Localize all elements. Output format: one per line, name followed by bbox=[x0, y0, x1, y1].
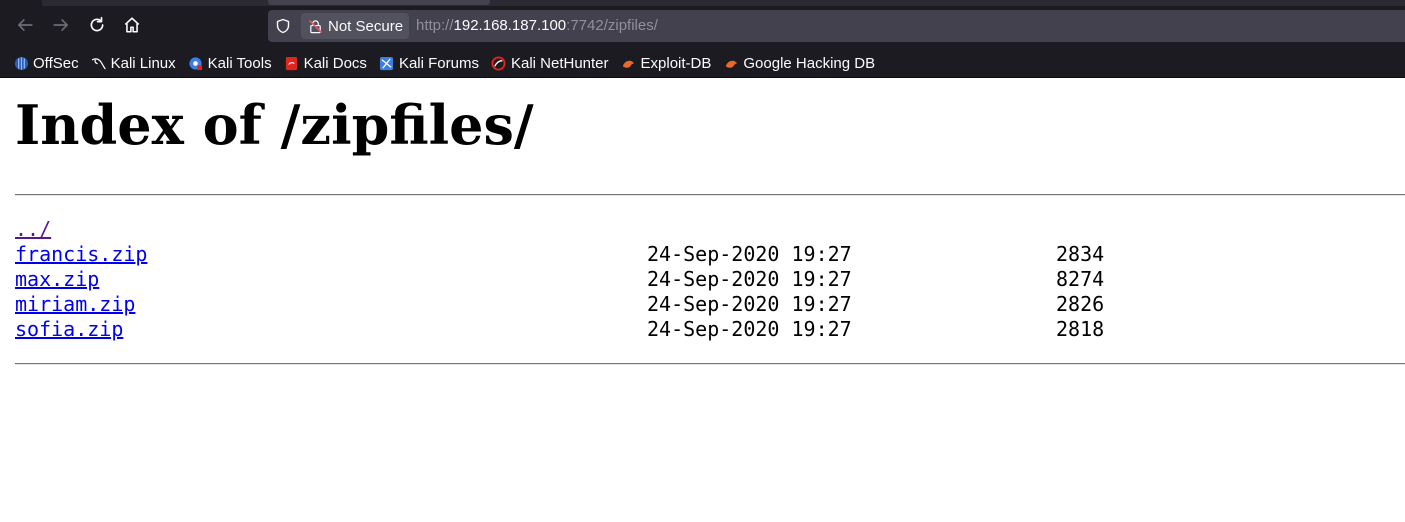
file-size: 2826 bbox=[1056, 292, 1105, 316]
bookmark-kali-forums[interactable]: Kali Forums bbox=[379, 55, 479, 72]
shield-icon bbox=[276, 18, 290, 34]
home-button[interactable] bbox=[117, 10, 147, 40]
url-path: :7742/zipfiles/ bbox=[566, 17, 658, 34]
bookmark-kali-nethunter[interactable]: Kali NetHunter bbox=[491, 55, 609, 72]
url-host: 192.168.187.100 bbox=[453, 17, 567, 34]
kali-tools-icon bbox=[188, 55, 204, 71]
bookmark-label: Kali Linux bbox=[110, 54, 176, 72]
insecure-lock-icon bbox=[307, 18, 323, 34]
file-date: 24-Sep-2020 19:27 bbox=[647, 317, 852, 341]
navigation-toolbar: Not Secure http://192.168.187.100:7742/z… bbox=[0, 8, 1405, 44]
site-security-button[interactable]: Not Secure bbox=[301, 13, 409, 39]
browser-chrome: Not Secure http://192.168.187.100:7742/z… bbox=[0, 0, 1405, 78]
exploit-db-icon bbox=[621, 55, 637, 71]
file-row: max.zip 24-Sep-2020 19:27 8274 bbox=[15, 267, 1405, 292]
reload-icon bbox=[90, 16, 104, 32]
tracking-protection-button[interactable] bbox=[274, 17, 292, 35]
not-secure-label: Not Secure bbox=[328, 17, 404, 35]
forward-button[interactable] bbox=[46, 10, 76, 40]
file-date: 24-Sep-2020 19:27 bbox=[647, 242, 852, 266]
nethunter-icon bbox=[491, 55, 507, 71]
tab-strip bbox=[0, 0, 1405, 6]
bookmark-label: Kali Docs bbox=[303, 54, 367, 72]
bookmark-google-hacking-db[interactable]: Google Hacking DB bbox=[723, 55, 875, 72]
tab-active[interactable] bbox=[268, 0, 490, 5]
page-content: Index of /zipfiles/ ../ francis.zip 24-S… bbox=[0, 78, 1405, 522]
url-scheme: http:// bbox=[416, 17, 454, 34]
tab-inactive[interactable] bbox=[0, 0, 42, 6]
bookmark-label: Google Hacking DB bbox=[743, 54, 876, 72]
offsec-icon bbox=[13, 55, 29, 71]
bookmark-offsec[interactable]: OffSec bbox=[13, 55, 79, 72]
file-row: francis.zip 24-Sep-2020 19:27 2834 bbox=[15, 242, 1405, 267]
kali-forums-icon bbox=[379, 55, 395, 71]
forward-arrow-icon bbox=[53, 19, 69, 31]
bookmark-kali-linux[interactable]: Kali Linux bbox=[91, 55, 176, 72]
bookmark-label: Kali Tools bbox=[207, 54, 272, 72]
bookmarks-toolbar: OffSec Kali Linux Kali Tools Kali Docs K… bbox=[0, 50, 1405, 76]
file-row: sofia.zip 24-Sep-2020 19:27 2818 bbox=[15, 317, 1405, 342]
file-row: miriam.zip 24-Sep-2020 19:27 2826 bbox=[15, 292, 1405, 317]
parent-directory-link[interactable]: ../ bbox=[15, 217, 51, 241]
url-bar[interactable]: Not Secure http://192.168.187.100:7742/z… bbox=[268, 10, 1405, 42]
home-icon bbox=[124, 17, 140, 33]
reload-button[interactable] bbox=[82, 10, 112, 40]
url-text[interactable]: http://192.168.187.100:7742/zipfiles/ bbox=[416, 17, 658, 34]
divider-top bbox=[15, 194, 1405, 196]
file-date: 24-Sep-2020 19:27 bbox=[647, 267, 852, 291]
file-link-max-zip[interactable]: max.zip bbox=[15, 267, 99, 291]
parent-directory-row: ../ bbox=[15, 217, 1405, 242]
file-date: 24-Sep-2020 19:27 bbox=[647, 292, 852, 316]
divider-bottom bbox=[15, 363, 1405, 365]
file-size: 2834 bbox=[1056, 242, 1105, 266]
bookmark-kali-docs[interactable]: Kali Docs bbox=[284, 55, 367, 72]
back-button[interactable] bbox=[10, 10, 40, 40]
file-link-miriam-zip[interactable]: miriam.zip bbox=[15, 292, 135, 316]
ghdb-icon bbox=[723, 55, 739, 71]
file-size: 8274 bbox=[1056, 267, 1105, 291]
bookmark-label: Kali Forums bbox=[398, 54, 479, 72]
bookmark-label: Exploit-DB bbox=[640, 54, 712, 72]
kali-docs-icon bbox=[284, 55, 300, 71]
file-link-francis-zip[interactable]: francis.zip bbox=[15, 242, 147, 266]
back-arrow-icon bbox=[17, 19, 33, 31]
bookmark-label: Kali NetHunter bbox=[510, 54, 609, 72]
bookmark-label: OffSec bbox=[33, 54, 79, 72]
kali-dragon-icon bbox=[91, 55, 107, 71]
file-listing: ../ francis.zip 24-Sep-2020 19:27 2834 m… bbox=[15, 217, 1405, 342]
page-title: Index of /zipfiles/ bbox=[15, 93, 534, 157]
file-link-sofia-zip[interactable]: sofia.zip bbox=[15, 317, 123, 341]
bookmark-exploit-db[interactable]: Exploit-DB bbox=[621, 54, 712, 72]
bookmark-kali-tools[interactable]: Kali Tools bbox=[188, 55, 272, 72]
file-size: 2818 bbox=[1056, 317, 1105, 341]
